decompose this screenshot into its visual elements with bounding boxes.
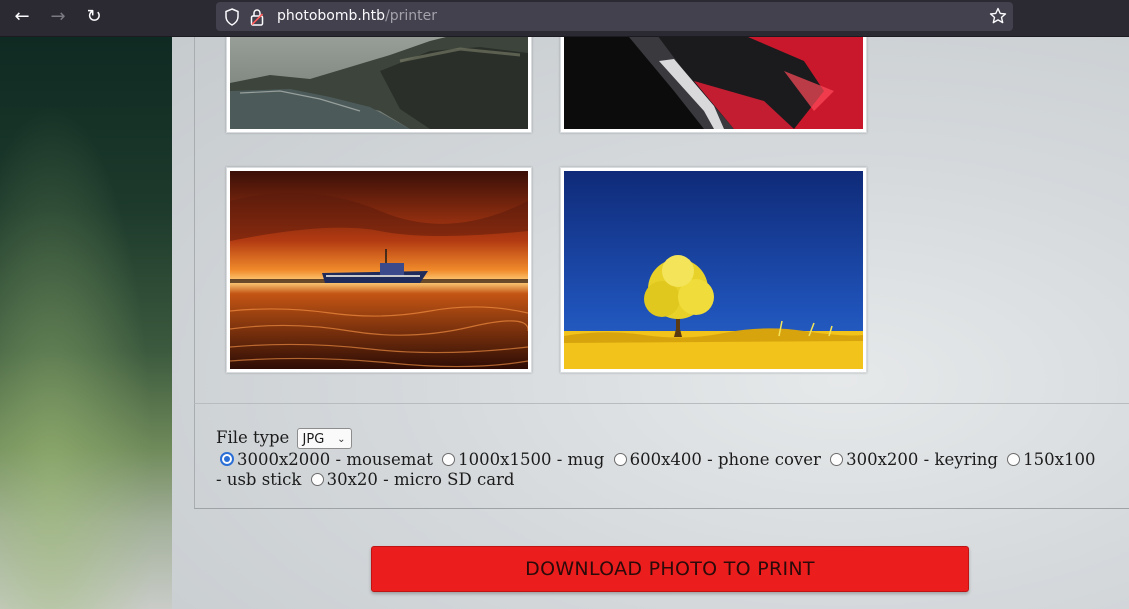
file-type-row: File type JPG ⌄ <box>216 428 352 449</box>
size-option-label: 3000x2000 - mousemat <box>237 450 433 469</box>
size-option[interactable]: 300x200 - keyring <box>826 450 998 469</box>
size-option[interactable]: 600x400 - phone cover <box>610 450 821 469</box>
forward-arrow-icon[interactable]: → <box>46 6 70 28</box>
radio-button[interactable] <box>220 452 234 466</box>
print-options-form: File type JPG ⌄ 3000x2000 - mousemat 1000… <box>194 403 1129 509</box>
size-option-label: 30x20 - micro SD card <box>326 469 515 489</box>
back-arrow-icon[interactable]: ← <box>10 6 34 28</box>
radio-button[interactable] <box>613 453 627 466</box>
photo-gallery <box>194 37 1129 404</box>
url-host: photobomb.htb <box>277 8 386 24</box>
file-type-value: JPG <box>302 432 325 447</box>
url-text[interactable]: photobomb.htb/printer <box>277 7 437 25</box>
boat-sunset-image <box>230 171 528 369</box>
red-car-image <box>564 37 863 129</box>
photo-thumbnail[interactable] <box>560 37 867 133</box>
size-option[interactable]: 1000x1500 - mug <box>438 450 604 469</box>
radio-button[interactable] <box>310 472 324 486</box>
size-options: 3000x2000 - mousemat 1000x1500 - mug 600… <box>216 450 1106 489</box>
star-icon[interactable] <box>989 7 1007 25</box>
shield-icon[interactable] <box>224 8 240 26</box>
printer-page: File type JPG ⌄ 3000x2000 - mousemat 1000… <box>172 37 1129 609</box>
radio-button[interactable] <box>1007 453 1021 466</box>
browser-toolbar: ← → ↻ photobomb.htb/printer <box>0 0 1129 37</box>
photo-thumbnail[interactable] <box>226 167 532 373</box>
chevron-down-icon: ⌄ <box>337 434 346 445</box>
file-type-label: File type <box>216 428 290 447</box>
lock-icon[interactable] <box>250 8 264 26</box>
yellow-tree-image <box>564 171 863 369</box>
size-option-label: 1000x1500 - mug <box>458 450 605 469</box>
size-option-label: 600x400 - phone cover <box>629 450 821 469</box>
size-option-label: 300x200 - keyring <box>846 450 998 469</box>
size-option[interactable]: 30x20 - micro SD card <box>307 470 515 489</box>
file-type-select[interactable]: JPG ⌄ <box>296 428 352 449</box>
size-option[interactable]: 3000x2000 - mousemat <box>216 450 433 469</box>
url-bar[interactable]: photobomb.htb/printer <box>216 2 1013 31</box>
radio-button[interactable] <box>442 453 456 466</box>
url-path: /printer <box>385 8 438 24</box>
radio-button[interactable] <box>830 453 844 466</box>
coastal-cliffs-image <box>230 37 528 129</box>
photo-thumbnail[interactable] <box>560 167 867 373</box>
reload-icon[interactable]: ↻ <box>82 6 106 28</box>
page-viewport[interactable]: File type JPG ⌄ 3000x2000 - mousemat 1000… <box>0 37 1129 609</box>
photo-thumbnail[interactable] <box>226 37 532 133</box>
download-photo-button[interactable]: DOWNLOAD PHOTO TO PRINT <box>371 546 969 592</box>
